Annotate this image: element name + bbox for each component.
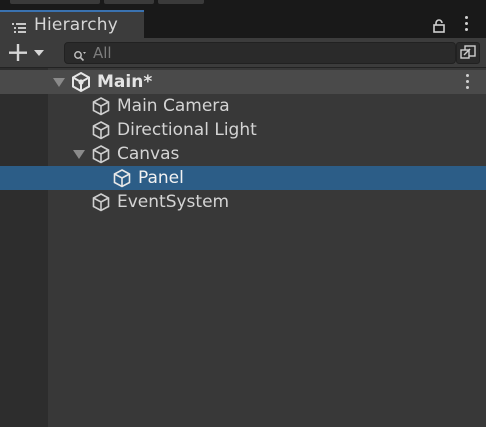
search-options-button[interactable] [456,42,480,64]
gameobject-cube-icon [91,192,111,212]
unity-scene-icon [71,71,91,93]
adjacent-tab[interactable] [10,0,100,4]
search-field[interactable] [64,42,456,64]
tree-item-label: Canvas [117,144,180,164]
tree-item-label: EventSystem [117,192,230,212]
tree-item-label: Panel [138,168,184,188]
adjacent-tab[interactable] [158,0,204,4]
gameobject-cube-icon [112,168,132,188]
canvas-foldout-arrow-icon[interactable] [73,150,85,159]
tab-bar: Hierarchy [0,6,486,38]
tree-item-eventsystem[interactable]: EventSystem [0,190,486,214]
hierarchy-window: Hierarchy All Main* Main Camera Directio… [0,0,486,427]
gameobject-cube-icon [91,96,111,116]
tab-hierarchy-label: Hierarchy [34,15,118,35]
hierarchy-list-icon [12,19,26,33]
search-input[interactable] [93,44,433,62]
tree-item-label: Main Camera [117,96,230,116]
tree-item-panel[interactable]: Panel [0,166,486,190]
scene-header-row[interactable]: Main* [0,70,486,94]
window-menu-icon[interactable] [458,16,474,34]
scene-foldout-arrow-icon[interactable] [53,78,65,87]
search-icon [73,47,87,62]
hierarchy-toolbar [0,38,486,68]
adjacent-tab[interactable] [104,0,154,4]
gameobject-cube-icon [91,144,111,164]
hierarchy-tree: Main* Main Camera Directional Light Canv… [0,68,486,427]
create-dropdown-button[interactable] [6,41,50,65]
tree-item-label: Directional Light [117,120,257,140]
tree-item-directional-light[interactable]: Directional Light [0,118,486,142]
gameobject-cube-icon [91,120,111,140]
tree-item-main-camera[interactable]: Main Camera [0,94,486,118]
scene-name: Main* [97,72,153,92]
lock-icon[interactable] [432,18,446,33]
tab-hierarchy[interactable]: Hierarchy [0,10,144,38]
tree-item-canvas[interactable]: Canvas [0,142,486,166]
scene-menu-icon[interactable] [462,74,472,92]
